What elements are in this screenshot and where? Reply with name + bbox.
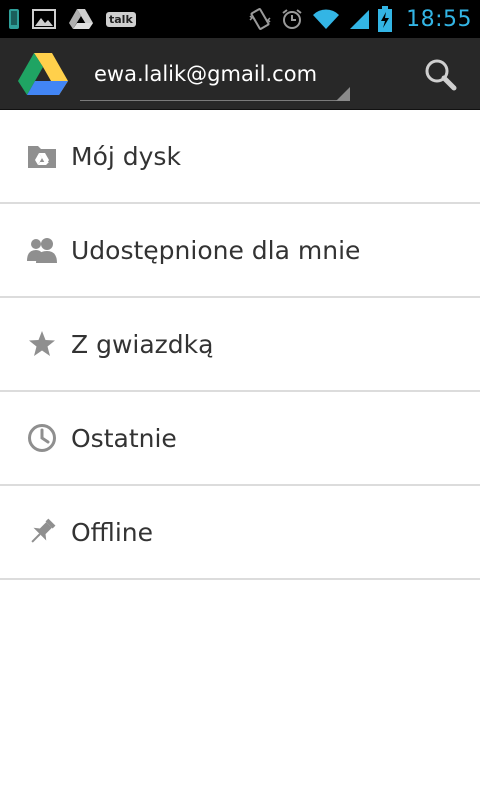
nav-label: Udostępnione dla mnie	[71, 235, 361, 265]
talk-badge: talk	[106, 11, 136, 27]
nav-label: Mój dysk	[71, 141, 181, 171]
nav-label: Offline	[71, 517, 154, 547]
clock-icon	[27, 423, 57, 453]
talk-icon: talk	[106, 11, 136, 27]
status-bar: talk 18:55	[0, 0, 480, 38]
spinner-arrow-icon	[336, 86, 350, 101]
pin-icon	[27, 517, 57, 547]
alarm-icon	[280, 7, 304, 31]
signal-icon	[348, 8, 370, 30]
wifi-icon	[312, 8, 340, 30]
nav-item-offline[interactable]: Offline	[0, 486, 480, 580]
nav-label: Z gwiazdką	[71, 329, 214, 359]
account-spinner[interactable]: ewa.lalik@gmail.com	[80, 41, 350, 107]
people-icon	[27, 235, 57, 265]
vibrate-icon	[248, 7, 272, 31]
drive-notification-icon	[68, 8, 94, 30]
action-bar: ewa.lalik@gmail.com	[0, 38, 480, 110]
spinner-underline	[80, 99, 350, 101]
phone-icon	[8, 8, 20, 30]
system-icons: 18:55	[248, 6, 472, 32]
nav-list: Mój dysk Udostępnione dla mnie Z gwiazdk…	[0, 110, 480, 580]
search-icon	[425, 59, 457, 91]
drive-folder-icon	[27, 141, 57, 171]
account-email: ewa.lalik@gmail.com	[94, 61, 318, 86]
nav-item-my-drive[interactable]: Mój dysk	[0, 110, 480, 204]
google-drive-logo[interactable]	[18, 52, 68, 95]
search-button[interactable]	[422, 56, 458, 92]
image-icon	[32, 9, 56, 29]
status-clock: 18:55	[406, 6, 472, 32]
star-icon	[27, 329, 57, 359]
battery-charging-icon	[378, 6, 393, 32]
nav-label: Ostatnie	[71, 423, 177, 453]
notification-icons: talk	[8, 8, 136, 30]
nav-item-shared-with-me[interactable]: Udostępnione dla mnie	[0, 204, 480, 298]
nav-item-starred[interactable]: Z gwiazdką	[0, 298, 480, 392]
nav-item-recent[interactable]: Ostatnie	[0, 392, 480, 486]
